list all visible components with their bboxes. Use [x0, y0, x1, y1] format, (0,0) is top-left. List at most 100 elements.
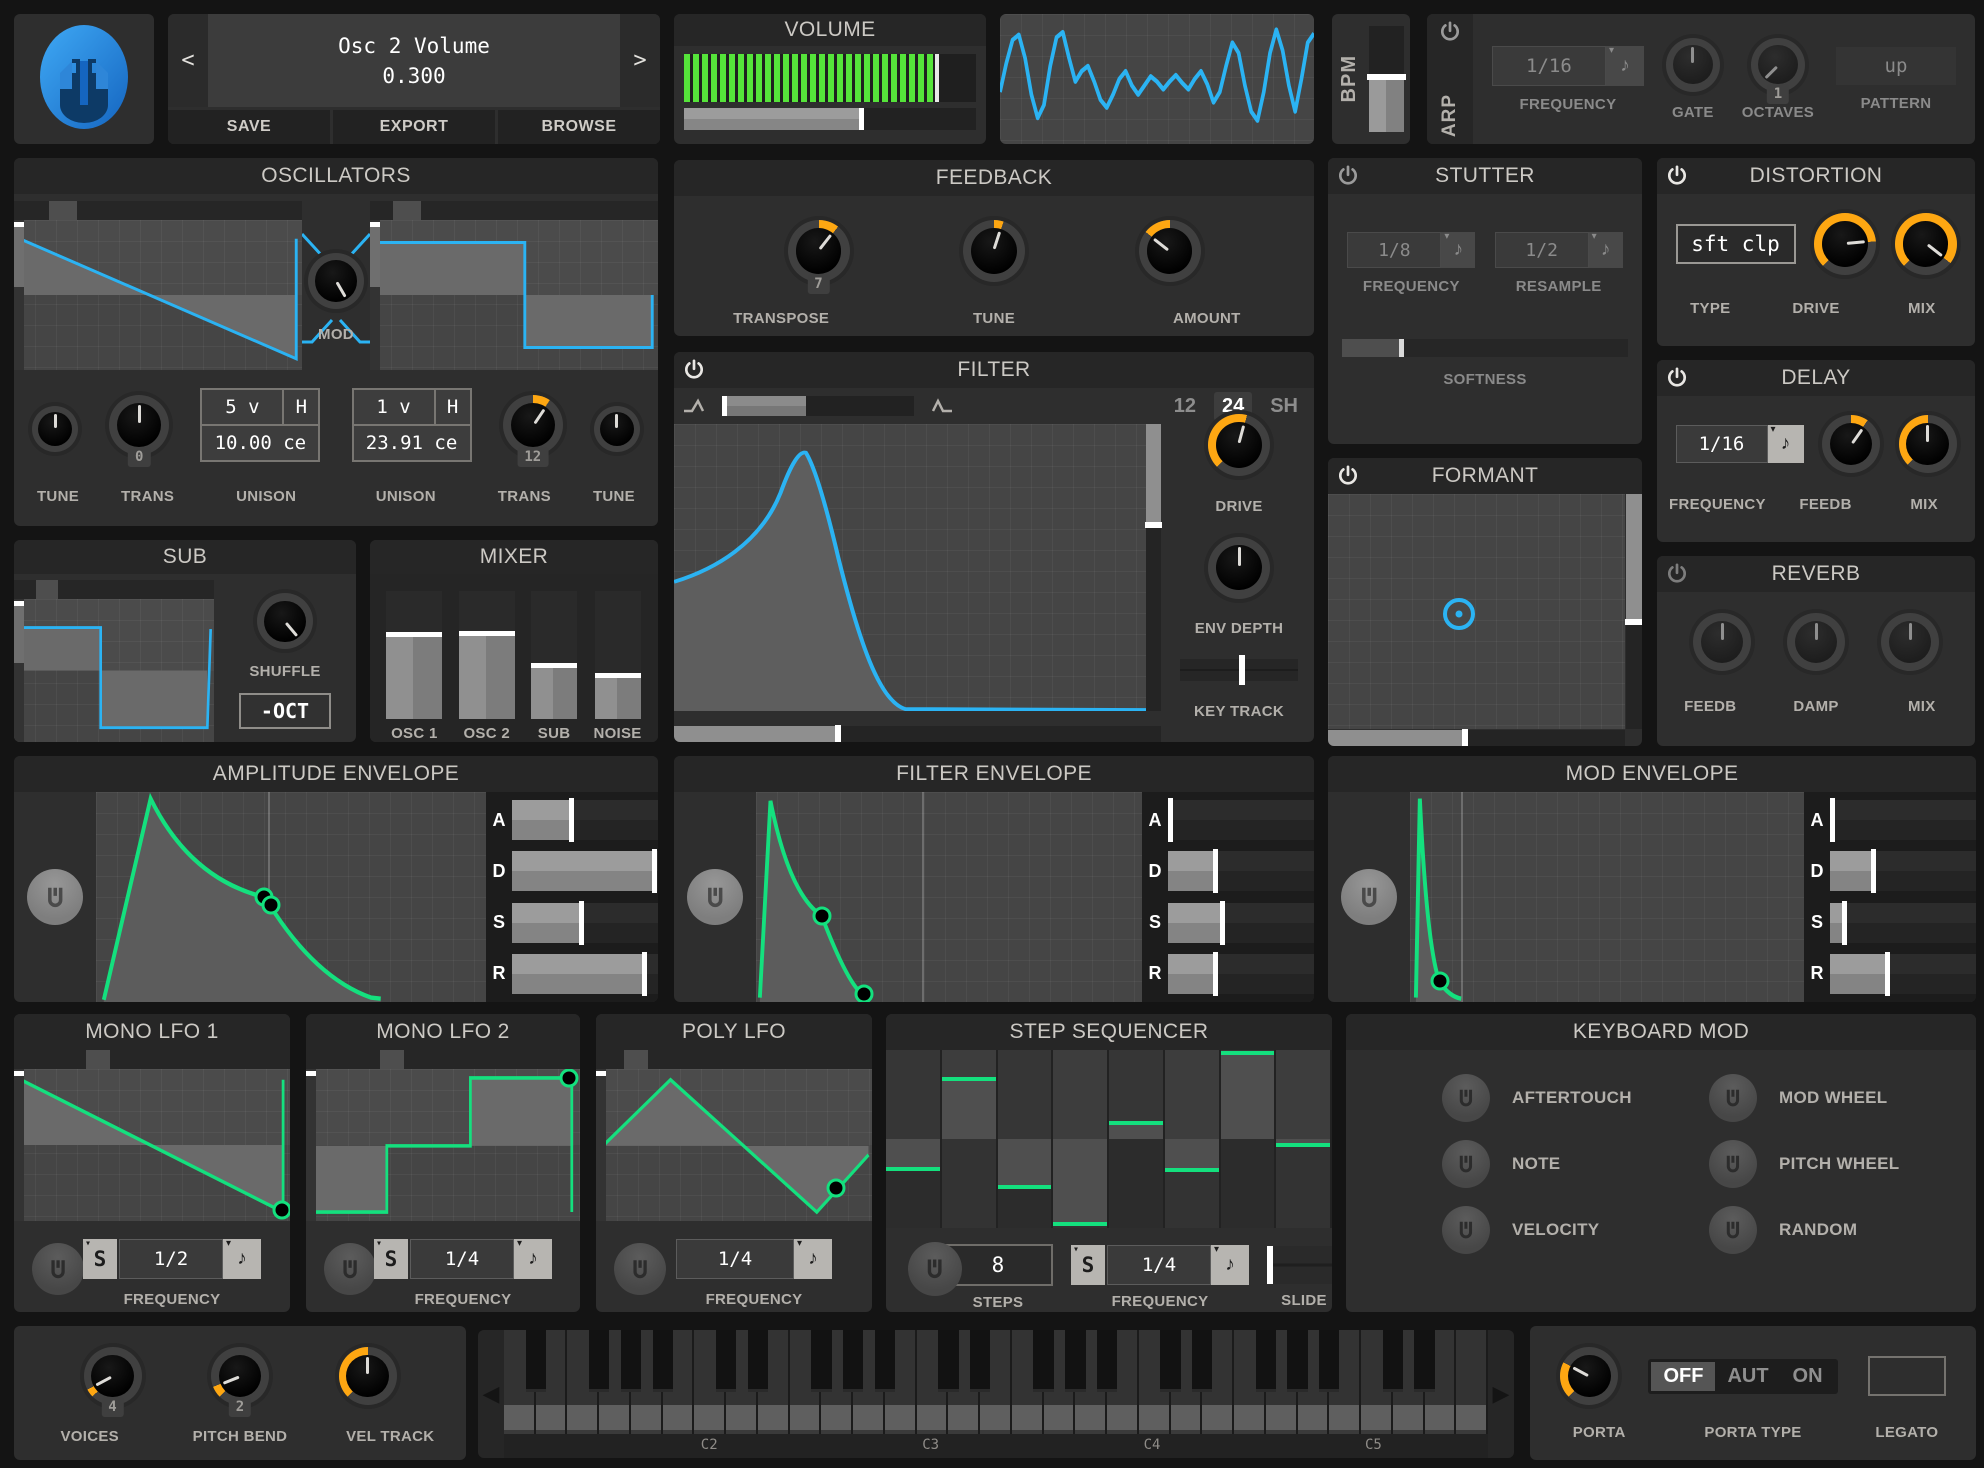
black-key[interactable]: [938, 1330, 959, 1393]
volume-slider[interactable]: [684, 108, 976, 130]
reverb-mix-knob[interactable]: [1881, 613, 1939, 671]
black-key[interactable]: [525, 1330, 546, 1393]
lfo1-frequency-combo[interactable]: 1/2 ▾ ♪: [119, 1239, 261, 1279]
porta-type-selector[interactable]: OFF AUT ON: [1648, 1358, 1838, 1394]
voices-knob[interactable]: 4: [83, 1347, 142, 1417]
filter-sustain-slider[interactable]: [1168, 900, 1314, 945]
osc2-unison-selector[interactable]: 1 v H 23.91 ce: [351, 388, 472, 462]
osc1-tune-knob[interactable]: [32, 406, 78, 452]
mixer-noise-slider[interactable]: [594, 591, 641, 719]
random-mod-button[interactable]: [1709, 1206, 1757, 1254]
black-key[interactable]: [1382, 1330, 1403, 1393]
seq-step[interactable]: [1109, 1050, 1165, 1228]
note-icon[interactable]: ▾ ♪: [794, 1239, 832, 1279]
legato-toggle[interactable]: [1867, 1356, 1946, 1396]
distortion-drive-knob[interactable]: [1814, 213, 1876, 275]
stutter-resample-combo[interactable]: 1/2 ▾ ♪: [1494, 232, 1623, 268]
osc2-tune-knob[interactable]: [593, 406, 640, 452]
black-key[interactable]: [874, 1330, 896, 1393]
mod-sustain-slider[interactable]: [1830, 900, 1976, 945]
sub-phase-slider[interactable]: [14, 580, 214, 599]
seq-step[interactable]: [1220, 1050, 1277, 1228]
seq-step[interactable]: [997, 1050, 1054, 1228]
stutter-softness-slider[interactable]: [1342, 339, 1628, 357]
amp-attack-slider[interactable]: [512, 798, 658, 843]
mod-wheel-mod-button[interactable]: [1709, 1074, 1757, 1122]
arp-pattern-select[interactable]: up: [1836, 46, 1956, 85]
patch-display[interactable]: Osc 2 Volume 0.300: [208, 14, 620, 107]
note-icon[interactable]: ▾ ♪: [514, 1239, 552, 1279]
osc2-waveform-display[interactable]: [370, 220, 658, 370]
black-key[interactable]: [1192, 1330, 1213, 1393]
osc2-phase-slider[interactable]: [370, 201, 658, 220]
filter-env-depth-knob[interactable]: [1208, 536, 1270, 599]
stutter-power-icon[interactable]: [1337, 165, 1359, 187]
filter-drive-knob[interactable]: [1208, 413, 1270, 476]
note-icon[interactable]: ▾ ♪: [1767, 425, 1804, 463]
sub-octave-button[interactable]: -OCT: [239, 692, 331, 729]
next-patch-button[interactable]: >: [620, 14, 660, 107]
note-icon[interactable]: ▾ ♪: [1588, 232, 1623, 268]
filter-cutoff-scrollbar[interactable]: [674, 725, 1161, 742]
amp-decay-slider[interactable]: [512, 849, 658, 894]
filter-power-icon[interactable]: [683, 359, 705, 381]
note-mod-button[interactable]: [1442, 1140, 1490, 1188]
osc2-unison-voices[interactable]: 1 v: [353, 390, 436, 426]
export-button[interactable]: EXPORT: [333, 110, 495, 144]
black-key[interactable]: [747, 1330, 769, 1393]
seq-step[interactable]: [1053, 1050, 1109, 1228]
step-sequencer-display[interactable]: [886, 1050, 1332, 1228]
formant-x-scrollbar[interactable]: [1328, 729, 1625, 746]
amp-env-display[interactable]: [96, 792, 486, 1002]
black-key[interactable]: [1096, 1330, 1118, 1393]
black-key[interactable]: [716, 1330, 737, 1393]
porta-knob[interactable]: [1560, 1347, 1619, 1405]
filter-env-mod-button[interactable]: [687, 869, 743, 925]
lfo2-mod-button[interactable]: [324, 1243, 376, 1295]
black-key[interactable]: [1033, 1330, 1054, 1393]
porta-type-aut[interactable]: AUT: [1715, 1362, 1780, 1391]
osc1-trans-knob[interactable]: 0: [109, 395, 170, 467]
lfo1-sync-button[interactable]: ▾ S: [83, 1239, 117, 1279]
delay-mix-knob[interactable]: [1898, 415, 1957, 473]
black-key[interactable]: [969, 1330, 991, 1393]
save-button[interactable]: SAVE: [168, 110, 330, 144]
arp-gate-knob[interactable]: [1665, 37, 1720, 92]
osc-mod-knob[interactable]: [308, 253, 364, 309]
lfo1-phase-slider[interactable]: [14, 1050, 290, 1069]
amp-env-mod-button[interactable]: [27, 869, 83, 925]
filter-decay-slider[interactable]: [1168, 849, 1314, 894]
reverb-power-icon[interactable]: [1666, 563, 1688, 585]
black-key[interactable]: [1065, 1330, 1086, 1393]
velocity-mod-button[interactable]: [1442, 1206, 1490, 1254]
osc1-unison-selector[interactable]: 5 v H 10.00 ce: [200, 388, 321, 462]
seq-step[interactable]: [1164, 1050, 1221, 1228]
note-icon[interactable]: ▾ ♪: [223, 1239, 261, 1279]
black-key[interactable]: [652, 1330, 673, 1393]
filter-key-track-slider[interactable]: [1180, 655, 1298, 686]
poly-lfo-waveform-display[interactable]: [596, 1069, 872, 1221]
arp-frequency-combo[interactable]: 1/16 ▾ ♪: [1491, 45, 1644, 86]
osc2-unison-detune[interactable]: 23.91 ce: [353, 426, 470, 460]
keyboard-keys[interactable]: [504, 1330, 1488, 1434]
osc1-unison-detune[interactable]: 10.00 ce: [202, 426, 319, 460]
osc2-trans-knob[interactable]: 12: [502, 395, 563, 467]
note-icon[interactable]: ▾ ♪: [1441, 232, 1476, 268]
black-key[interactable]: [589, 1330, 610, 1393]
lfo1-waveform-display[interactable]: [14, 1069, 290, 1221]
keyboard-scroll-right-button[interactable]: ▶: [1488, 1330, 1514, 1458]
porta-type-off[interactable]: OFF: [1651, 1361, 1716, 1391]
poly-lfo-phase-slider[interactable]: [596, 1050, 872, 1069]
mod-attack-slider[interactable]: [1829, 798, 1976, 843]
black-key[interactable]: [843, 1330, 864, 1393]
porta-type-on[interactable]: ON: [1781, 1362, 1835, 1391]
osc1-phase-slider[interactable]: [14, 201, 302, 220]
prev-patch-button[interactable]: <: [168, 14, 208, 107]
distortion-type-select[interactable]: sft clp: [1675, 224, 1796, 264]
reverb-feedback-knob[interactable]: [1693, 613, 1751, 671]
black-key[interactable]: [811, 1330, 832, 1393]
mixer-sub-slider[interactable]: [531, 591, 578, 719]
formant-position-handle[interactable]: [1442, 597, 1475, 630]
mixer-osc1-slider[interactable]: [386, 591, 443, 719]
white-key[interactable]: [1456, 1330, 1488, 1434]
